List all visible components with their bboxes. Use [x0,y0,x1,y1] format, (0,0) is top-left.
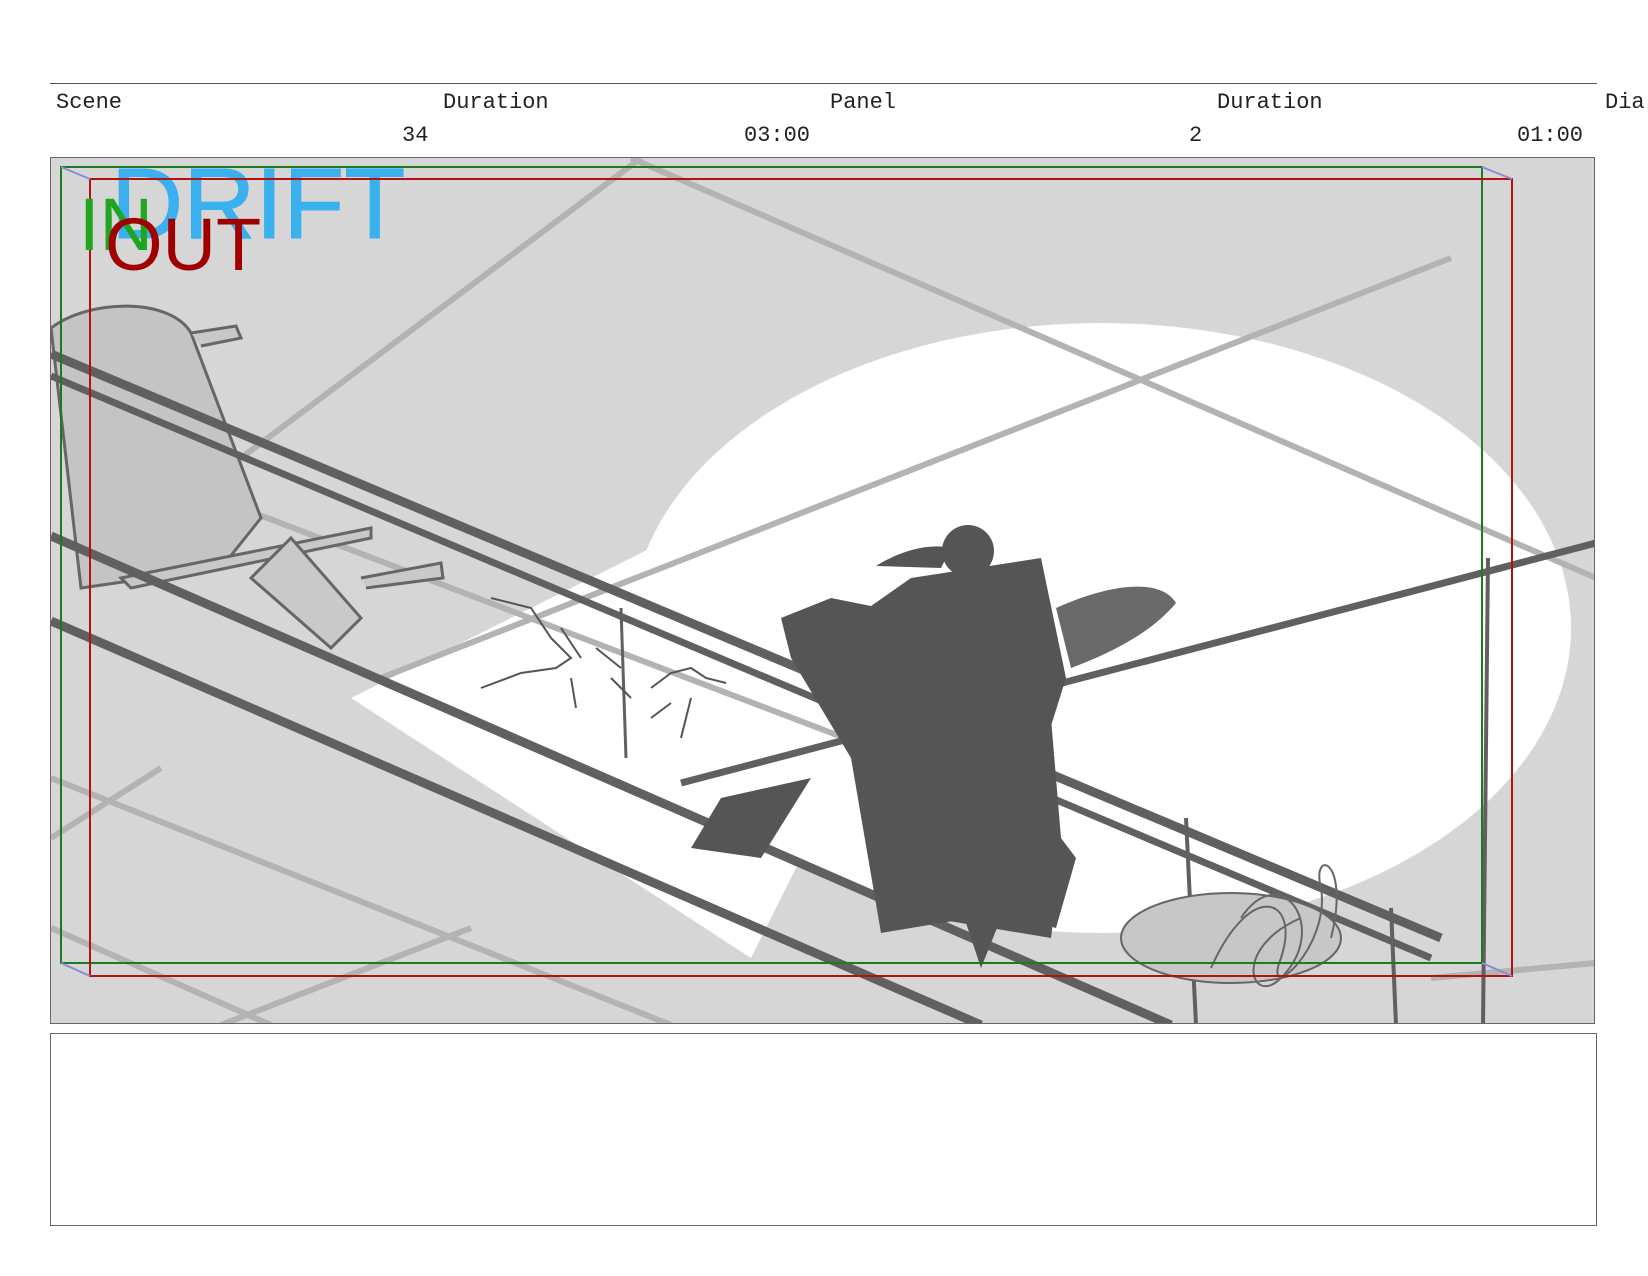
panel-label: Panel [830,90,897,115]
out-marker: OUT [105,203,262,286]
dialogue-notes-box[interactable] [50,1033,1597,1226]
scene-label: Scene [56,90,123,115]
scene-number: 34 [402,123,429,148]
panel-duration-label: Duration [1217,90,1323,115]
scene-duration-label: Duration [443,90,549,115]
dialogue-label: Dia [1605,90,1645,115]
scene-duration: 03:00 [744,123,811,148]
panel-sketch: DRIFT [51,158,1594,1023]
header-rule [50,83,1597,84]
storyboard-panel[interactable]: DRIFT IN OUT [50,157,1595,1024]
panel-number: 2 [1189,123,1203,148]
panel-duration: 01:00 [1517,123,1584,148]
